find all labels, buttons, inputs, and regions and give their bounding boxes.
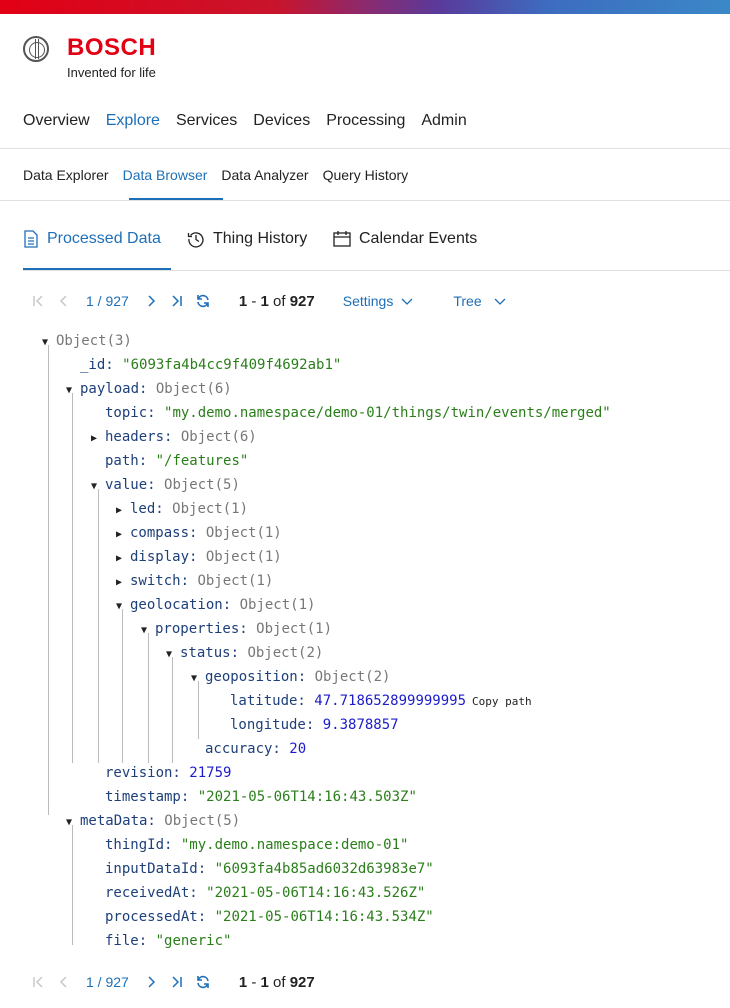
subnav-query-history[interactable]: Query History [323, 167, 409, 183]
nav-overview[interactable]: Overview [23, 112, 90, 132]
last-page-icon[interactable] [169, 293, 185, 309]
first-page-icon[interactable] [30, 293, 46, 309]
tree-node-latitude: latitude: 47.718652899999995 Copy path [230, 693, 532, 709]
tab-label: Calendar Events [359, 230, 478, 247]
settings-dropdown[interactable]: Settings [343, 293, 414, 309]
tree-node-switch[interactable]: ▶ switch: Object(1) [116, 571, 273, 591]
caret-right-icon: ▶ [116, 505, 123, 516]
tree-node-id: _id: "6093fa4b4cc9f409f4692ab1" [80, 357, 342, 373]
tree-node-payload[interactable]: ▼ payload: Object(6) [66, 379, 232, 399]
brand-gradient-bar [0, 0, 730, 14]
tree-node-geoposition[interactable]: ▼ geoposition: Object(2) [191, 667, 390, 687]
tree-node-status[interactable]: ▼ status: Object(2) [166, 643, 323, 663]
tree-node-metadata[interactable]: ▼ metaData: Object(5) [66, 811, 240, 831]
tree-node-revision: revision: 21759 [105, 765, 232, 781]
tree-guide-line [148, 633, 149, 763]
tree-node-receivedat: receivedAt: "2021-05-06T14:16:43.526Z" [105, 885, 426, 901]
next-page-icon[interactable] [143, 974, 159, 990]
tab-processed-data[interactable]: Processed Data [23, 230, 161, 248]
tree-node-accuracy: accuracy: 20 [205, 741, 307, 757]
nav-admin[interactable]: Admin [421, 112, 466, 132]
tree-guide-line [72, 393, 73, 763]
caret-down-icon: ▼ [166, 649, 173, 660]
tree-node-root[interactable]: ▼ Object(3) [42, 331, 132, 351]
tab-calendar-events[interactable]: Calendar Events [333, 230, 477, 248]
divider [0, 200, 730, 201]
subnav-data-explorer[interactable]: Data Explorer [23, 167, 109, 183]
bosch-armature-icon [23, 36, 49, 62]
tree-guide-line [72, 825, 73, 945]
divider [0, 148, 730, 149]
first-page-icon[interactable] [30, 974, 46, 990]
nav-services[interactable]: Services [176, 112, 237, 132]
caret-down-icon: ▼ [66, 817, 73, 828]
next-page-icon[interactable] [143, 293, 159, 309]
caret-right-icon: ▶ [116, 577, 123, 588]
document-icon [24, 230, 38, 248]
tree-node-file: file: "generic" [105, 933, 232, 949]
tree-node-properties[interactable]: ▼ properties: Object(1) [141, 619, 332, 639]
caret-down-icon: ▼ [66, 385, 73, 396]
caret-right-icon: ▶ [116, 553, 123, 564]
tree-guide-line [172, 657, 173, 763]
history-icon [187, 232, 204, 248]
result-count: 1 - 1 of 927 [238, 973, 315, 991]
view-mode-dropdown[interactable]: Tree [453, 293, 506, 309]
caret-right-icon: ▶ [91, 433, 98, 444]
result-count: 1 - 1 of 927 [238, 292, 315, 310]
tree-node-topic: topic: "my.demo.namespace/demo-01/things… [105, 405, 611, 421]
refresh-icon[interactable] [195, 974, 211, 990]
nav-devices[interactable]: Devices [253, 112, 310, 132]
tree-guide-line [122, 609, 123, 763]
page-indicator: 1 / 927 [86, 293, 129, 309]
nav-explore[interactable]: Explore [106, 112, 160, 132]
tree-node-headers[interactable]: ▶ headers: Object(6) [91, 427, 257, 447]
tree-node-led[interactable]: ▶ led: Object(1) [116, 499, 248, 519]
tab-thing-history[interactable]: Thing History [187, 230, 307, 248]
last-page-icon[interactable] [169, 974, 185, 990]
tree-node-path: path: "/features" [105, 453, 249, 469]
caret-down-icon: ▼ [91, 481, 98, 492]
tree-guide-line [48, 345, 49, 815]
brand-tagline: Invented for life [67, 65, 156, 80]
caret-down-icon: ▼ [116, 601, 123, 612]
subnav-data-analyzer[interactable]: Data Analyzer [221, 167, 308, 183]
tree-node-compass[interactable]: ▶ compass: Object(1) [116, 523, 282, 543]
tree-node-value[interactable]: ▼ value: Object(5) [91, 475, 240, 495]
settings-label: Settings [342, 293, 394, 309]
subnav-data-browser[interactable]: Data Browser [123, 167, 208, 183]
chevron-down-icon [494, 298, 506, 305]
tree-node-longitude: longitude: 9.3878857 [230, 717, 399, 733]
prev-page-icon[interactable] [56, 293, 72, 309]
chevron-down-icon [401, 298, 413, 305]
tab-label: Thing History [213, 230, 308, 247]
nav-processing[interactable]: Processing [326, 112, 405, 132]
divider [23, 270, 730, 271]
tree-node-display[interactable]: ▶ display: Object(1) [116, 547, 282, 567]
tree-node-thingid: thingId: "my.demo.namespace:demo-01" [105, 837, 409, 853]
tree-node-processedat: processedAt: "2021-05-06T14:16:43.534Z" [105, 909, 434, 925]
pager-bottom: 1 / 927 1 - 1 of 927 [30, 971, 315, 993]
pager-top: 1 / 927 1 - 1 of 927 Settings Tree [30, 290, 506, 312]
tree-node-timestamp: timestamp: "2021-05-06T14:16:43.503Z" [105, 789, 417, 805]
tree-guide-line [198, 681, 199, 739]
main-navigation: Overview Explore Services Devices Proces… [23, 112, 483, 132]
view-mode-label: Tree [453, 293, 482, 309]
caret-right-icon: ▶ [116, 529, 123, 540]
calendar-icon [333, 231, 351, 247]
page-indicator: 1 / 927 [86, 974, 129, 990]
prev-page-icon[interactable] [56, 974, 72, 990]
tree-guide-line [98, 489, 99, 763]
sub-navigation: Data Explorer Data Browser Data Analyzer… [23, 167, 422, 183]
tab-label: Processed Data [47, 230, 161, 247]
caret-down-icon: ▼ [191, 673, 198, 684]
tree-node-inputdataid: inputDataId: "6093fa4b85ad6032d63983e7" [105, 861, 434, 877]
copy-path-button[interactable]: Copy path [472, 695, 532, 708]
caret-down-icon: ▼ [141, 625, 148, 636]
caret-down-icon: ▼ [42, 337, 49, 348]
refresh-icon[interactable] [195, 293, 211, 309]
tree-node-geolocation[interactable]: ▼ geolocation: Object(1) [116, 595, 315, 615]
brand-name: BOSCH [67, 34, 157, 61]
